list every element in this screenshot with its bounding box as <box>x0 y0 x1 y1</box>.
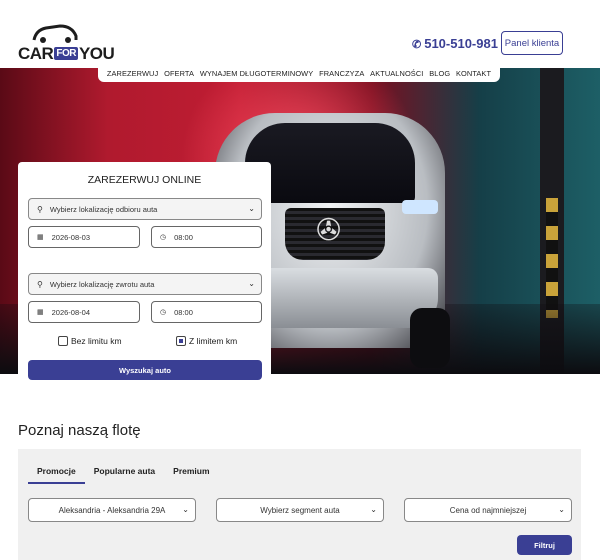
booking-title: ZAREZERWUJ ONLINE <box>87 174 202 186</box>
with-limit-checkbox[interactable] <box>176 336 186 346</box>
chevron-down-icon: ⌄ <box>558 505 565 514</box>
no-limit-checkbox[interactable] <box>58 336 68 346</box>
client-panel-button[interactable]: Panel klienta <box>501 31 563 55</box>
nav-item-zarezerwuj[interactable]: ZAREZERWUJ <box>107 69 158 78</box>
clock-icon: ◷ <box>160 234 167 241</box>
fleet-location-select[interactable]: Aleksandria - Aleksandria 29A ⌄ <box>28 498 196 522</box>
no-limit-option[interactable]: Bez limitu km <box>58 334 122 348</box>
tab-promocje[interactable]: Promocje <box>28 466 85 484</box>
nav-item-aktualnosci[interactable]: AKTUALNOŚCI <box>370 69 423 78</box>
logo-text: CAR FOR YOU <box>18 44 115 63</box>
chevron-down-icon: ⌄ <box>370 505 377 514</box>
return-time-value: 08:00 <box>174 307 193 317</box>
return-location-text: Wybierz lokalizację zwrotu auta <box>49 279 155 289</box>
chevron-down-icon: ⌄ <box>248 204 255 213</box>
nav-item-kontakt[interactable]: KONTAKT <box>456 69 491 78</box>
main-nav: ZAREZERWUJ OFERTA WYNAJEM DŁUGOTERMINOWY… <box>98 64 500 82</box>
logo[interactable]: CAR FOR YOU <box>18 22 115 64</box>
calendar-icon: ▦ <box>37 309 44 316</box>
chevron-down-icon: ⌄ <box>182 505 189 514</box>
phone-number: 510-510-981 <box>424 36 498 51</box>
fleet-title: Poznaj naszą flotę <box>18 422 141 439</box>
nav-item-oferta[interactable]: OFERTA <box>164 69 194 78</box>
fleet-sort-value: Cena od najmniejszej <box>449 505 527 515</box>
fleet-tabs: Promocje Popularne auta Premium <box>28 466 219 484</box>
filter-button[interactable]: Filtruj <box>517 535 572 555</box>
no-limit-label: Bez limitu km <box>71 336 122 346</box>
pickup-location-select[interactable]: ⚲ Wybierz lokalizację odbioru auta ⌄ <box>28 198 262 220</box>
hero-car-headlight-right <box>402 200 438 214</box>
pickup-time-value: 08:00 <box>174 232 193 242</box>
site-header: CAR FOR YOU ✆ 510-510-981 Panel klienta <box>0 0 600 68</box>
map-pin-icon: ⚲ <box>37 204 43 214</box>
booking-panel: ZAREZERWUJ ONLINE ⚲ Wybierz lokalizację … <box>18 162 271 382</box>
pickup-date-field[interactable]: ▦ 2026-08-03 <box>28 226 140 248</box>
phone-icon: ✆ <box>412 39 422 51</box>
tab-popularne-auta[interactable]: Popularne auta <box>85 466 164 484</box>
pickup-location-text: Wybierz lokalizację odbioru auta <box>49 204 158 214</box>
mercedes-star-icon: ✇ <box>316 214 342 247</box>
chevron-down-icon: ⌄ <box>248 279 255 288</box>
pickup-date-value: 2026-08-03 <box>51 232 90 242</box>
fleet-panel: Promocje Popularne auta Premium Aleksand… <box>18 449 581 560</box>
clock-icon: ◷ <box>160 309 167 316</box>
with-limit-option[interactable]: Z limitem km <box>176 334 237 348</box>
return-date-field[interactable]: ▦ 2026-08-04 <box>28 301 140 323</box>
nav-item-blog[interactable]: BLOG <box>429 69 450 78</box>
hero-car-tire-right <box>410 308 450 368</box>
fleet-location-value: Aleksandria - Aleksandria 29A <box>58 505 166 515</box>
fleet-segment-value: Wybierz segment auta <box>260 505 340 515</box>
pickup-time-field[interactable]: ◷ 08:00 <box>151 226 262 248</box>
calendar-icon: ▦ <box>37 234 44 241</box>
search-car-button[interactable]: Wyszukaj auto <box>28 360 262 380</box>
with-limit-label: Z limitem km <box>189 336 238 346</box>
return-time-field[interactable]: ◷ 08:00 <box>151 301 262 323</box>
phone-link[interactable]: ✆ 510-510-981 <box>412 36 498 51</box>
map-pin-icon: ⚲ <box>37 279 43 289</box>
return-date-value: 2026-08-04 <box>51 307 90 317</box>
tab-premium[interactable]: Premium <box>164 466 218 484</box>
fleet-sort-select[interactable]: Cena od najmniejszej ⌄ <box>404 498 572 522</box>
nav-item-wynajem[interactable]: WYNAJEM DŁUGOTERMINOWY <box>200 69 313 78</box>
nav-item-franczyza[interactable]: FRANCZYZA <box>319 69 364 78</box>
car-logo-icon <box>32 24 78 43</box>
hero-pillar-stripes <box>546 198 558 318</box>
fleet-segment-select[interactable]: Wybierz segment auta ⌄ <box>216 498 384 522</box>
return-location-select[interactable]: ⚲ Wybierz lokalizację zwrotu auta ⌄ <box>28 273 262 295</box>
